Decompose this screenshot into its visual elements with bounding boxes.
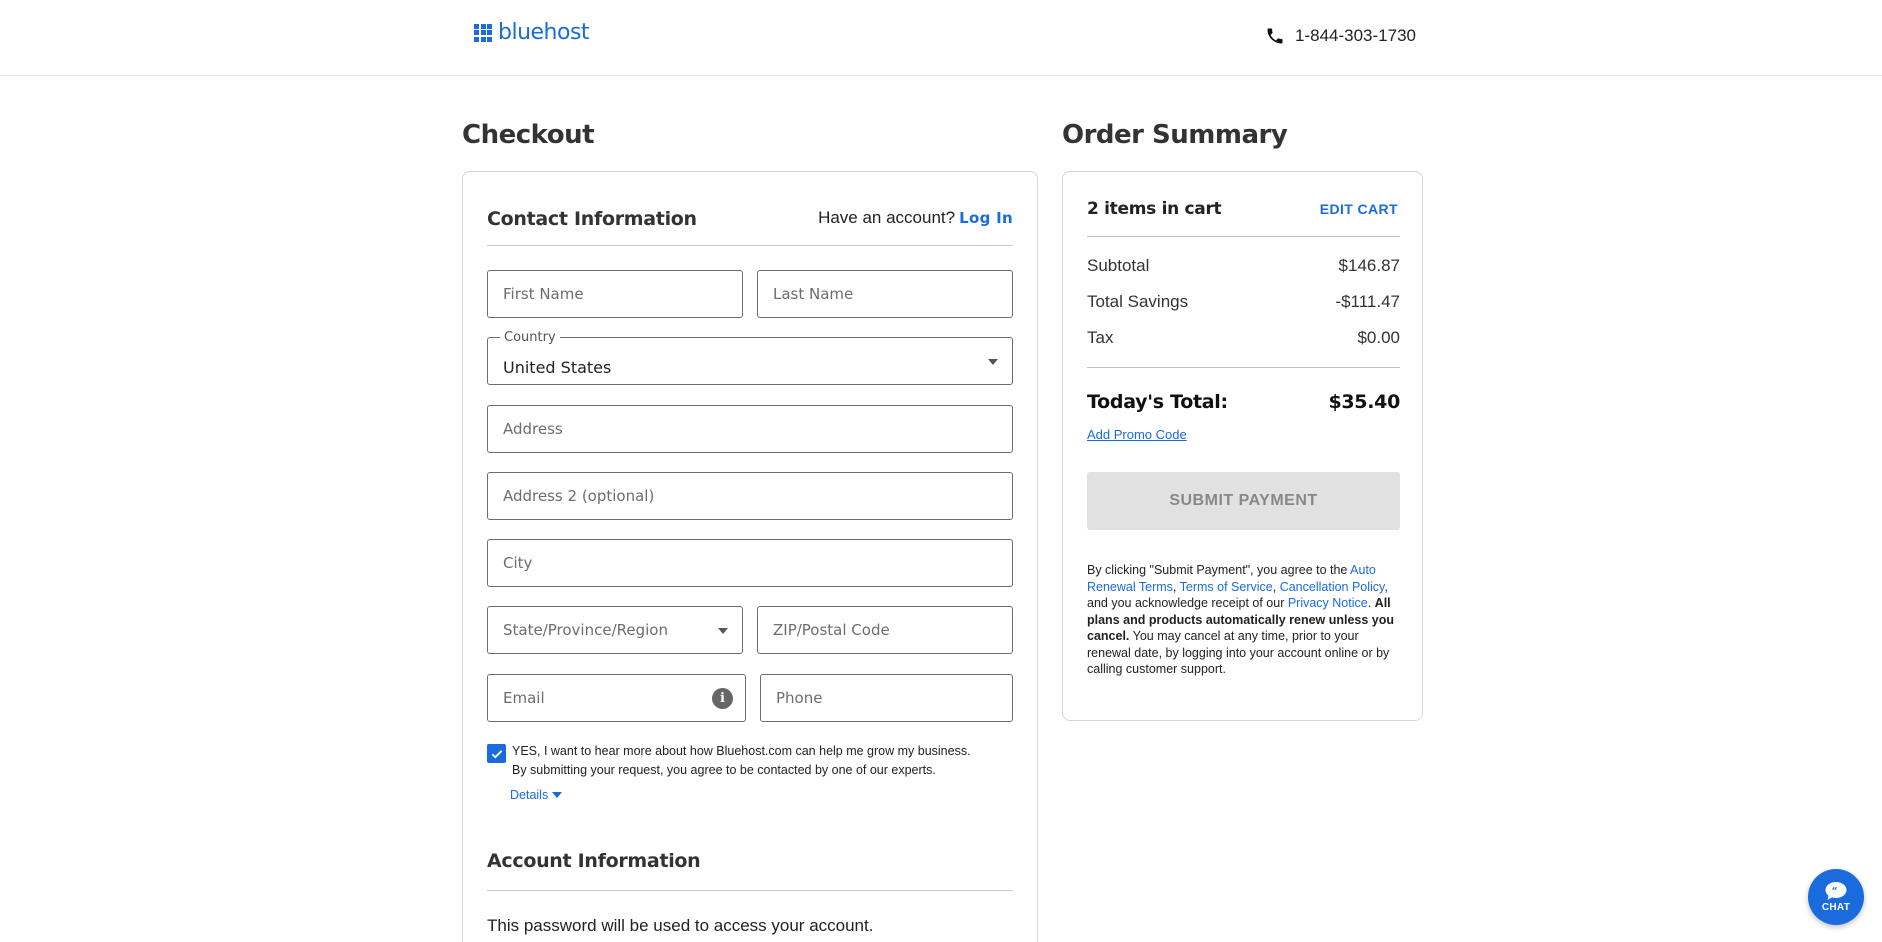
cart-divider: [1087, 236, 1400, 237]
state-select[interactable]: State/Province/Region: [487, 606, 743, 654]
legal-intro: By clicking "Submit Payment", you agree …: [1087, 563, 1351, 577]
subtotal-row: Subtotal $146.87: [1087, 256, 1400, 276]
legal-sep-3: .: [1367, 596, 1375, 610]
first-name-input[interactable]: First Name: [487, 270, 743, 318]
cancellation-policy-link[interactable]: Cancellation Policy: [1280, 580, 1385, 594]
last-name-placeholder: Last Name: [773, 285, 854, 303]
contact-divider: [487, 245, 1013, 246]
phone-number: 1-844-303-1730: [1295, 26, 1416, 45]
subtotal-label: Subtotal: [1087, 256, 1150, 275]
zip-placeholder: ZIP/Postal Code: [773, 621, 890, 639]
chat-label: CHAT: [1821, 902, 1851, 913]
chat-bubble-icon: “: [1825, 882, 1847, 900]
checkout-title: Checkout: [462, 120, 595, 150]
privacy-notice-link[interactable]: Privacy Notice: [1288, 596, 1368, 610]
country-value: United States: [503, 357, 612, 377]
first-name-placeholder: First Name: [503, 285, 584, 303]
phone-contact[interactable]: 1-844-303-1730: [1265, 26, 1416, 46]
info-icon[interactable]: i: [712, 688, 733, 709]
account-divider: [487, 890, 1013, 891]
bluehost-logo[interactable]: bluehost: [474, 20, 590, 45]
last-name-input[interactable]: Last Name: [757, 270, 1013, 318]
login-link[interactable]: Log In: [959, 209, 1013, 227]
contact-information-title: Contact Information: [487, 208, 697, 230]
account-information-title: Account Information: [487, 850, 701, 872]
cart-count: 2 items in cart: [1087, 199, 1222, 219]
total-value: $35.40: [1328, 391, 1400, 413]
logo-text: bluehost: [498, 20, 590, 45]
order-summary-title: Order Summary: [1062, 120, 1288, 150]
consent-checkbox[interactable]: [487, 744, 506, 763]
country-select[interactable]: Country United States: [487, 330, 1013, 385]
subtotal-value: $146.87: [1338, 256, 1400, 275]
chevron-down-icon: [988, 359, 998, 365]
svg-text:“: “: [1832, 887, 1838, 897]
savings-label: Total Savings: [1087, 292, 1189, 311]
order-summary-card: 2 items in cart EDIT CART Subtotal $146.…: [1062, 171, 1423, 721]
have-account-prompt: Have an account? Log In: [818, 208, 1013, 228]
savings-row: Total Savings -$111.47: [1087, 292, 1400, 312]
address2-placeholder: Address 2 (optional): [503, 487, 655, 505]
legal-sep-2: ,: [1272, 579, 1280, 594]
details-label: Details: [510, 788, 549, 802]
details-toggle[interactable]: Details: [510, 788, 563, 802]
checkmark-icon: [491, 749, 502, 759]
city-input[interactable]: City: [487, 539, 1013, 587]
marketing-consent: YES, I want to hear more about how Blueh…: [487, 742, 971, 780]
caret-down-icon: [552, 792, 563, 798]
address-input[interactable]: Address: [487, 405, 1013, 453]
logo-grid-icon: [474, 23, 492, 42]
totals-divider: [1087, 367, 1400, 368]
phone-input[interactable]: Phone: [760, 674, 1013, 722]
checkout-form-card: Contact Information Have an account? Log …: [462, 171, 1038, 942]
legal-sep-1: ,: [1172, 579, 1180, 594]
country-label: Country: [500, 330, 560, 345]
consent-line-1: YES, I want to hear more about how Blueh…: [512, 744, 971, 758]
legal-text: By clicking "Submit Payment", you agree …: [1087, 562, 1403, 678]
phone-icon: [1267, 28, 1283, 44]
edit-cart-link[interactable]: EDIT CART: [1320, 201, 1398, 217]
total-label: Today's Total:: [1087, 391, 1228, 413]
chat-button[interactable]: “ CHAT: [1808, 869, 1864, 925]
consent-line-2: By submitting your request, you agree to…: [512, 763, 936, 777]
email-placeholder: Email: [503, 689, 545, 707]
terms-of-service-link[interactable]: Terms of Service: [1180, 580, 1273, 594]
top-header: bluehost 1-844-303-1730: [0, 0, 1882, 76]
consent-text: YES, I want to hear more about how Blueh…: [512, 742, 971, 780]
address-placeholder: Address: [503, 420, 563, 438]
address2-input[interactable]: Address 2 (optional): [487, 472, 1013, 520]
total-row: Today's Total: $35.40: [1087, 391, 1400, 413]
city-placeholder: City: [503, 554, 533, 572]
have-account-text: Have an account?: [818, 208, 956, 227]
phone-placeholder: Phone: [776, 689, 823, 707]
add-promo-code-link[interactable]: Add Promo Code: [1087, 427, 1187, 442]
savings-value: -$111.47: [1335, 292, 1400, 311]
tax-label: Tax: [1087, 328, 1114, 347]
legal-cancel-info: You may cancel at any time, prior to you…: [1087, 629, 1390, 676]
password-note: This password will be used to access you…: [487, 916, 874, 935]
email-input[interactable]: Email i: [487, 674, 746, 722]
submit-payment-button[interactable]: SUBMIT PAYMENT: [1087, 472, 1400, 530]
state-placeholder: State/Province/Region: [503, 621, 668, 639]
tax-row: Tax $0.00: [1087, 328, 1400, 348]
tax-value: $0.00: [1357, 328, 1400, 347]
chevron-down-icon: [718, 628, 728, 634]
zip-input[interactable]: ZIP/Postal Code: [757, 606, 1013, 654]
